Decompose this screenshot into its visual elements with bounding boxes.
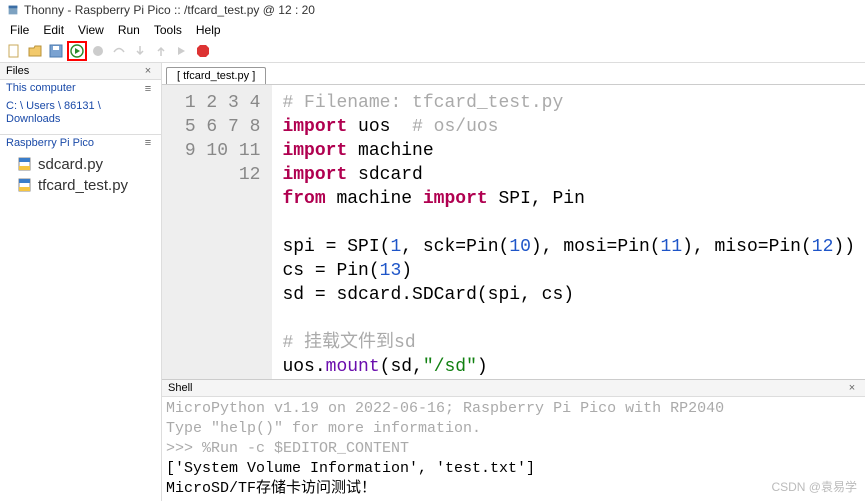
shell-line: MicroSD/TF存储卡访问测试！	[166, 479, 861, 499]
shell-output[interactable]: MicroPython v1.19 on 2022-06-16; Raspber…	[162, 397, 865, 501]
file-item[interactable]: sdcard.py	[6, 154, 155, 175]
files-title: Files	[6, 65, 29, 77]
stop-button[interactable]	[195, 43, 211, 59]
code-content[interactable]: # Filename: tfcard_test.py import uos # …	[272, 85, 865, 379]
shell-header: Shell ×	[162, 380, 865, 397]
file-name: tfcard_test.py	[38, 177, 128, 194]
files-sidebar: Files × This computer ≡ C: \ Users \ 861…	[0, 63, 162, 501]
step-over-button[interactable]	[111, 43, 127, 59]
resume-button[interactable]	[174, 43, 190, 59]
menu-icon[interactable]: ≡	[141, 83, 155, 95]
menu-edit[interactable]: Edit	[37, 21, 70, 39]
menu-run[interactable]: Run	[112, 21, 146, 39]
new-file-button[interactable]	[6, 43, 22, 59]
step-out-button[interactable]	[153, 43, 169, 59]
file-item[interactable]: tfcard_test.py	[6, 175, 155, 196]
menu-icon[interactable]: ≡	[141, 137, 155, 149]
this-computer-row[interactable]: This computer ≡	[0, 80, 161, 97]
shell-prompt-line: >>> %Run -c $EDITOR_CONTENT	[166, 439, 861, 459]
shell-line: MicroPython v1.19 on 2022-06-16; Raspber…	[166, 399, 861, 419]
shell-close-icon[interactable]: ×	[845, 382, 859, 394]
menu-bar: File Edit View Run Tools Help	[0, 20, 865, 40]
menu-help[interactable]: Help	[190, 21, 227, 39]
menu-view[interactable]: View	[72, 21, 110, 39]
line-gutter: 1 2 3 4 5 6 7 8 9 10 11 12	[162, 85, 272, 379]
this-computer-label: This computer	[6, 82, 76, 95]
editor-area: [ tfcard_test.py ] 1 2 3 4 5 6 7 8 9 10 …	[162, 63, 865, 501]
step-into-button[interactable]	[132, 43, 148, 59]
menu-file[interactable]: File	[4, 21, 35, 39]
run-button[interactable]	[69, 43, 85, 59]
computer-path[interactable]: C: \ Users \ 86131 \ Downloads	[6, 100, 155, 126]
device-files: sdcard.py tfcard_test.py	[0, 151, 161, 199]
shell-panel: Shell × MicroPython v1.19 on 2022-06-16;…	[162, 379, 865, 501]
menu-tools[interactable]: Tools	[148, 21, 188, 39]
files-header: Files ×	[0, 63, 161, 80]
code-editor[interactable]: 1 2 3 4 5 6 7 8 9 10 11 12 # Filename: t…	[162, 84, 865, 379]
window-title: Thonny - Raspberry Pi Pico :: /tfcard_te…	[24, 3, 315, 17]
shell-line: Type "help()" for more information.	[166, 419, 861, 439]
watermark: CSDN @袁易学	[771, 478, 857, 495]
debug-button[interactable]	[90, 43, 106, 59]
device-row[interactable]: Raspberry Pi Pico ≡	[0, 135, 161, 151]
shell-line: ['System Volume Information', 'test.txt'…	[166, 459, 861, 479]
save-button[interactable]	[48, 43, 64, 59]
shell-title: Shell	[168, 382, 192, 394]
title-bar: Thonny - Raspberry Pi Pico :: /tfcard_te…	[0, 0, 865, 20]
python-file-icon	[18, 178, 32, 192]
files-close-icon[interactable]: ×	[141, 65, 155, 77]
file-name: sdcard.py	[38, 156, 103, 173]
python-file-icon	[18, 157, 32, 171]
app-icon	[6, 3, 20, 17]
tab-bar: [ tfcard_test.py ]	[162, 63, 865, 84]
open-file-button[interactable]	[27, 43, 43, 59]
toolbar	[0, 40, 865, 63]
editor-tab[interactable]: [ tfcard_test.py ]	[166, 67, 266, 84]
device-label: Raspberry Pi Pico	[6, 137, 94, 149]
